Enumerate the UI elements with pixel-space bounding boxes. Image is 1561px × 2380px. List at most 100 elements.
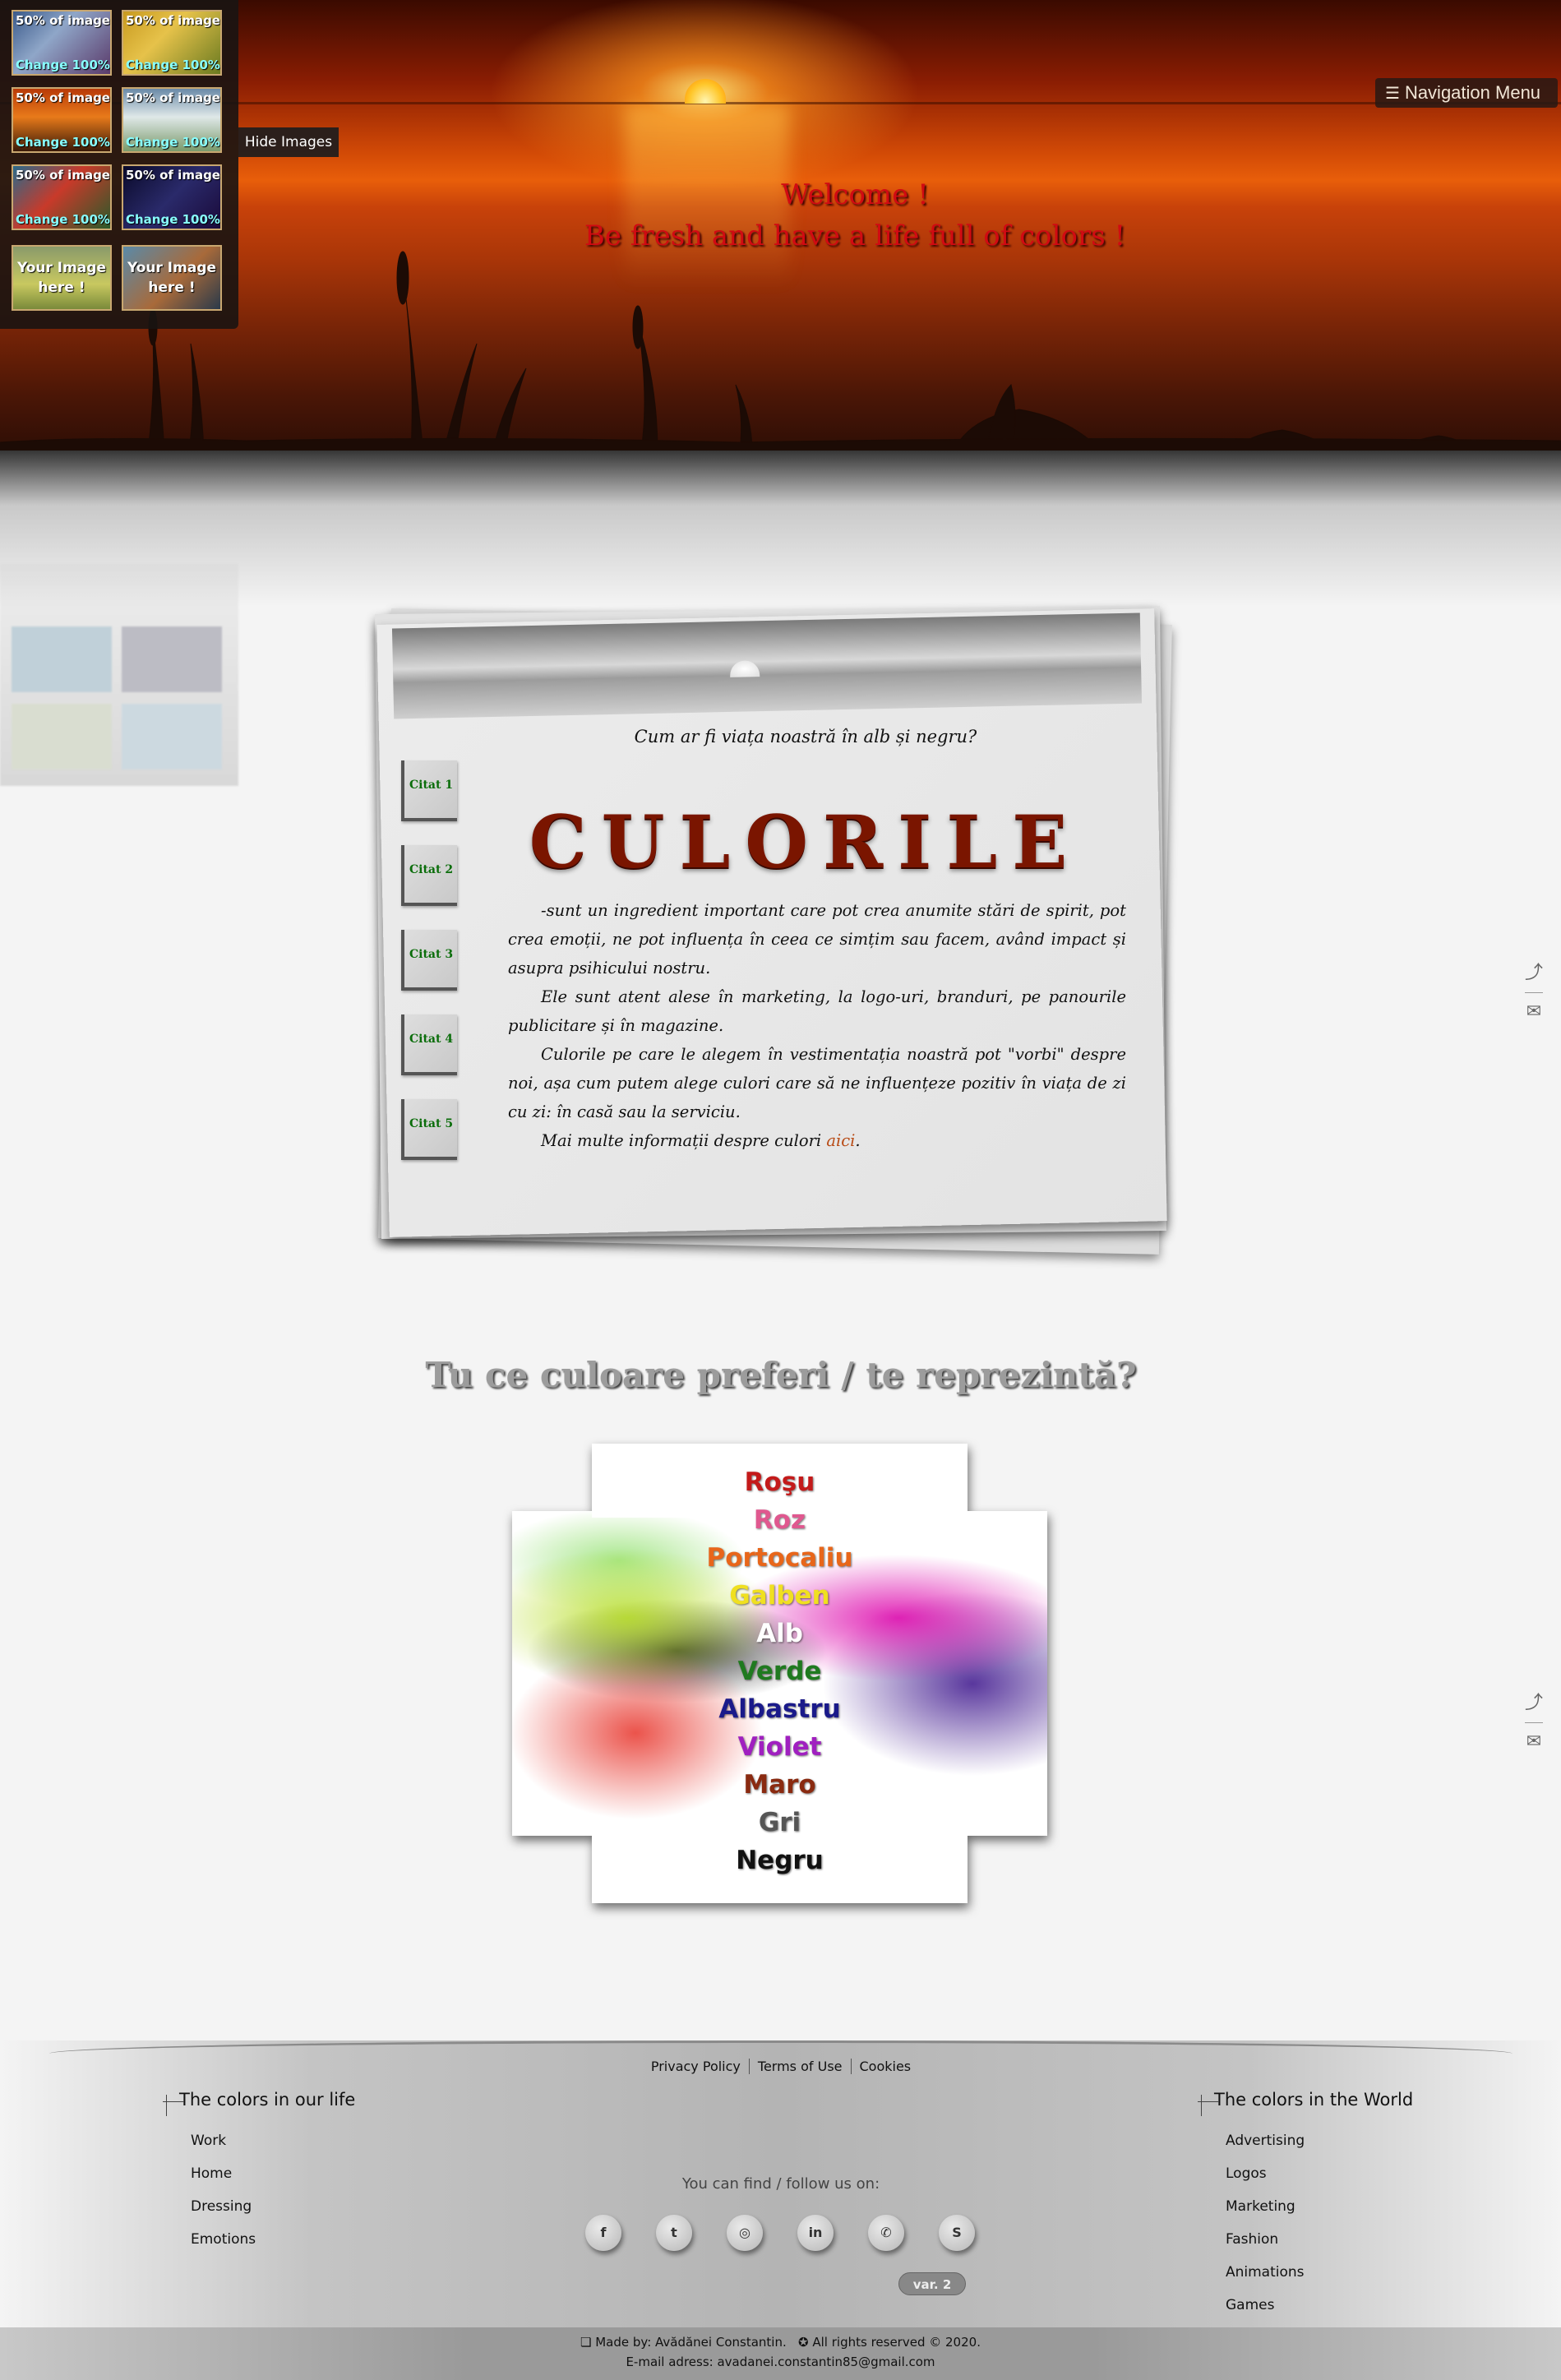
- social-links: f t ◎ in ✆ S: [585, 2215, 980, 2256]
- thumb-bottom-label: Change 100%: [126, 135, 220, 150]
- footer-link-logos[interactable]: Logos: [1226, 2157, 1305, 2190]
- image-thumb-4[interactable]: 50% of image Change 100%: [122, 87, 222, 153]
- hamburger-icon: ☰: [1385, 85, 1400, 103]
- sun-image: [685, 79, 726, 104]
- mail-icon[interactable]: ✉: [1519, 1731, 1549, 1752]
- more-info-suffix: .: [855, 1131, 861, 1150]
- card-body-text: -sunt un ingredient important care pot c…: [508, 896, 1126, 1155]
- cookies-link[interactable]: Cookies: [850, 2059, 920, 2074]
- image-thumb-custom-1[interactable]: Your Image here !: [12, 245, 112, 311]
- color-option-2[interactable]: Portocaliu: [512, 1539, 1047, 1577]
- color-option-1[interactable]: Roz: [512, 1501, 1047, 1539]
- thumb-placeholder-label: Your Image here !: [16, 260, 107, 296]
- footer-link-animations[interactable]: Animations: [1226, 2256, 1305, 2289]
- more-info-link[interactable]: aici: [826, 1131, 855, 1150]
- share-icon[interactable]: ⤴: [1519, 958, 1549, 984]
- color-option-5[interactable]: Verde: [512, 1652, 1047, 1690]
- colors-question-heading: Tu ce culoare preferi / te reprezintă?: [425, 1355, 1137, 1395]
- more-info-text: Mai multe informații despre culori: [541, 1131, 822, 1150]
- thumb-top-label: 50% of image: [126, 168, 220, 183]
- color-option-4[interactable]: Alb: [512, 1615, 1047, 1652]
- color-option-8[interactable]: Maro: [512, 1766, 1047, 1804]
- image-thumb-2[interactable]: 50% of image Change 100%: [122, 10, 222, 76]
- footer-right-title: The colors in the World: [1197, 2090, 1414, 2116]
- thumb-top-label: 50% of image: [16, 168, 110, 183]
- image-panel-reflection: [0, 564, 345, 786]
- thumb-bottom-label: Change 100%: [126, 58, 220, 72]
- footer-arc: [49, 2040, 1513, 2054]
- card-paragraph-3: Culorile pe care le alegem în vestimenta…: [508, 1045, 1126, 1121]
- thumb-top-label: 50% of image: [126, 90, 220, 105]
- grayscale-sunset-banner: [391, 612, 1143, 719]
- card-paragraph-2: Ele sunt atent alese în marketing, la lo…: [508, 987, 1126, 1035]
- image-selector-panel: 50% of image Change 100% 50% of image Ch…: [0, 0, 238, 329]
- welcome-message: Welcome ! Be fresh and have a life full …: [493, 174, 1217, 256]
- terms-of-use-link[interactable]: Terms of Use: [748, 2059, 851, 2074]
- citat-tab-5[interactable]: Citat 5: [401, 1099, 457, 1160]
- color-option-9[interactable]: Gri: [512, 1804, 1047, 1842]
- email-text[interactable]: E-mail adress: avadanei.constantin85@gma…: [0, 2352, 1561, 2372]
- color-option-6[interactable]: Albastru: [512, 1690, 1047, 1728]
- color-option-7[interactable]: Violet: [512, 1728, 1047, 1766]
- whatsapp-icon[interactable]: ✆: [868, 2215, 904, 2251]
- thumb-placeholder-label: Your Image here !: [127, 260, 217, 296]
- color-option-0[interactable]: Roşu: [512, 1463, 1047, 1501]
- color-options-list: Roşu Roz Portocaliu Galben Alb Verde Albastru V…: [512, 1463, 1047, 1879]
- footer-link-games[interactable]: Games: [1226, 2289, 1305, 2322]
- footer-link-advertising[interactable]: Advertising: [1226, 2124, 1305, 2157]
- navigation-menu-button[interactable]: ☰ Navigation Menu: [1375, 78, 1558, 108]
- image-thumb-6[interactable]: 50% of image Change 100%: [122, 164, 222, 230]
- image-thumb-custom-2[interactable]: Your Image here !: [122, 245, 222, 311]
- banner-sun: [729, 660, 760, 677]
- footer-right-links: Advertising Logos Marketing Fashion Anim…: [1226, 2124, 1305, 2322]
- color-option-10[interactable]: Negru: [512, 1842, 1047, 1879]
- color-option-3[interactable]: Galben: [512, 1577, 1047, 1615]
- image-thumb-1[interactable]: 50% of image Change 100%: [12, 10, 112, 76]
- footer-link-dressing[interactable]: Dressing: [191, 2190, 256, 2223]
- floating-actions-upper: ⤴ ✉: [1519, 958, 1549, 1022]
- card-question: Cum ar fi viața noastră în alb și negru?: [634, 727, 977, 746]
- linkedin-icon[interactable]: in: [797, 2215, 834, 2251]
- divider: [1525, 992, 1543, 993]
- rights-text: ✪ All rights reserved © 2020.: [798, 2335, 981, 2350]
- culorile-title: CULORILE: [526, 799, 1085, 885]
- privacy-policy-link[interactable]: Privacy Policy: [643, 2059, 749, 2074]
- footer-link-emotions[interactable]: Emotions: [191, 2223, 256, 2256]
- mail-icon[interactable]: ✉: [1519, 1001, 1549, 1022]
- copyright-line: ❏ Made by: Avădănei Constantin. ✪ All ri…: [0, 2332, 1561, 2352]
- citat-tab-2[interactable]: Citat 2: [401, 845, 457, 906]
- culorile-title-text: CULORILE: [529, 799, 1083, 885]
- version-badge: var. 2: [898, 2272, 966, 2295]
- twitter-icon[interactable]: t: [656, 2215, 692, 2251]
- divider: [1525, 1722, 1543, 1723]
- footer-link-work[interactable]: Work: [191, 2124, 256, 2157]
- thumb-top-label: 50% of image: [16, 13, 110, 28]
- image-thumb-5[interactable]: 50% of image Change 100%: [12, 164, 112, 230]
- footer-left-title: The colors in our life: [162, 2090, 356, 2116]
- footer-link-home[interactable]: Home: [191, 2157, 256, 2190]
- thumb-top-label: 50% of image: [126, 13, 220, 28]
- instagram-icon[interactable]: ◎: [727, 2215, 763, 2251]
- footer-link-marketing[interactable]: Marketing: [1226, 2190, 1305, 2223]
- card-paragraph-4: Mai multe informații despre culori aici.: [508, 1126, 1126, 1155]
- navigation-menu-label: Navigation Menu: [1404, 82, 1541, 103]
- citat-tab-1[interactable]: Citat 1: [401, 760, 457, 821]
- follow-us-text: You can find / follow us on:: [681, 2175, 880, 2193]
- made-by-text: ❏ Made by: Avădănei Constantin.: [580, 2335, 787, 2350]
- citat-tab-3[interactable]: Citat 3: [401, 930, 457, 991]
- facebook-icon[interactable]: f: [585, 2215, 621, 2251]
- share-icon[interactable]: ⤴: [1519, 1688, 1549, 1714]
- thumb-bottom-label: Change 100%: [16, 135, 110, 150]
- welcome-line-1: Welcome !: [781, 178, 929, 211]
- footer-link-fashion[interactable]: Fashion: [1226, 2223, 1305, 2256]
- card-paragraph-1: -sunt un ingredient important care pot c…: [508, 901, 1126, 977]
- hide-images-button[interactable]: Hide Images: [238, 127, 339, 157]
- legal-links: Privacy Policy Terms of Use Cookies: [633, 2059, 929, 2074]
- floating-actions-lower: ⤴ ✉: [1519, 1688, 1549, 1752]
- thumb-bottom-label: Change 100%: [126, 212, 220, 227]
- footer-left-links: Work Home Dressing Emotions: [191, 2124, 256, 2256]
- skype-icon[interactable]: S: [939, 2215, 975, 2251]
- image-thumb-3[interactable]: 50% of image Change 100%: [12, 87, 112, 153]
- citat-tab-4[interactable]: Citat 4: [401, 1014, 457, 1075]
- copyright-bar: ❏ Made by: Avădănei Constantin. ✪ All ri…: [0, 2327, 1561, 2380]
